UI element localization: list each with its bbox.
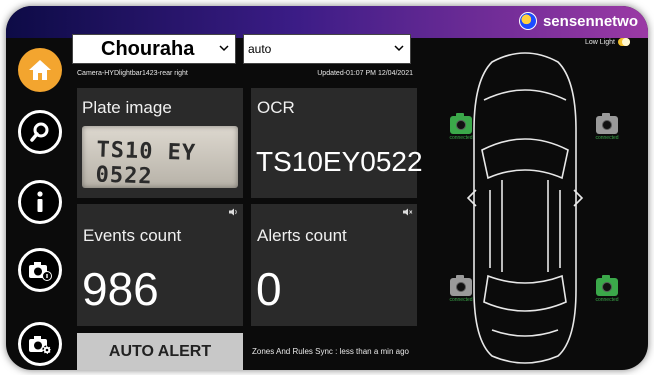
low-light-toggle[interactable]	[617, 38, 630, 46]
camera-rear-right[interactable]: connected	[587, 275, 627, 303]
search-icon	[30, 122, 49, 142]
camera-icon	[450, 275, 472, 296]
low-light-label: Low Light	[585, 38, 615, 46]
camera-front-left[interactable]: connected	[441, 113, 481, 141]
speaker-muted-icon[interactable]	[403, 208, 413, 216]
sync-status: Zones And Rules Sync : less than a min a…	[252, 347, 409, 356]
camera-info-button[interactable]	[18, 248, 62, 292]
home-icon	[29, 60, 51, 80]
plate-image-title: Plate image	[82, 98, 172, 117]
chevron-down-icon	[394, 45, 404, 52]
car-diagram	[466, 52, 584, 364]
camera-rear-left[interactable]: connected	[441, 275, 481, 303]
camera-status: connected	[449, 135, 473, 141]
camera-status: connected	[595, 297, 619, 303]
mode-select-value: auto	[248, 42, 272, 56]
ocr-value: TS10EY0522	[256, 146, 423, 177]
sensen-logo-icon	[518, 12, 537, 30]
brand-logo: sensennetwo	[518, 12, 638, 30]
camera-icon	[596, 275, 618, 296]
camera-front-right[interactable]: connected	[587, 113, 627, 141]
alerts-count-title: Alerts count	[257, 226, 347, 245]
camera-info-icon	[29, 262, 52, 281]
location-select-value: Chouraha	[101, 38, 195, 60]
camera-status: connected	[595, 135, 619, 141]
low-light-control[interactable]: Low Light	[585, 38, 630, 46]
location-select[interactable]: Chouraha	[72, 34, 236, 64]
brand-name: sensennetwo	[542, 12, 638, 30]
chevron-down-icon	[219, 45, 229, 52]
info-icon	[37, 191, 43, 212]
ocr-title: OCR	[257, 98, 295, 117]
auto-alert-button[interactable]: AUTO ALERT	[77, 333, 243, 370]
camera-settings-icon	[29, 336, 52, 355]
camera-status-line: Camera-HYDlightbar1423-rear right Update…	[77, 70, 413, 77]
camera-settings-button[interactable]	[18, 322, 62, 366]
events-count-value: 986	[82, 263, 159, 315]
updated-timestamp: Updated-01:07 PM 12/04/2021	[317, 70, 413, 77]
mode-select[interactable]: auto	[243, 34, 411, 64]
camera-name: Camera-HYDlightbar1423-rear right	[77, 70, 188, 77]
info-button[interactable]	[18, 180, 62, 224]
plate-image-text: TS10 EY 0522	[95, 137, 197, 190]
speaker-icon[interactable]	[229, 208, 239, 216]
sidebar	[8, 40, 62, 370]
camera-status: connected	[449, 297, 473, 303]
home-button[interactable]	[18, 48, 62, 92]
camera-icon	[596, 113, 618, 134]
alerts-count-value: 0	[256, 263, 282, 315]
search-button[interactable]	[18, 110, 62, 154]
plate-image[interactable]: TS10 EY 0522	[82, 126, 238, 189]
camera-icon	[450, 113, 472, 134]
events-count-title: Events count	[83, 226, 182, 245]
